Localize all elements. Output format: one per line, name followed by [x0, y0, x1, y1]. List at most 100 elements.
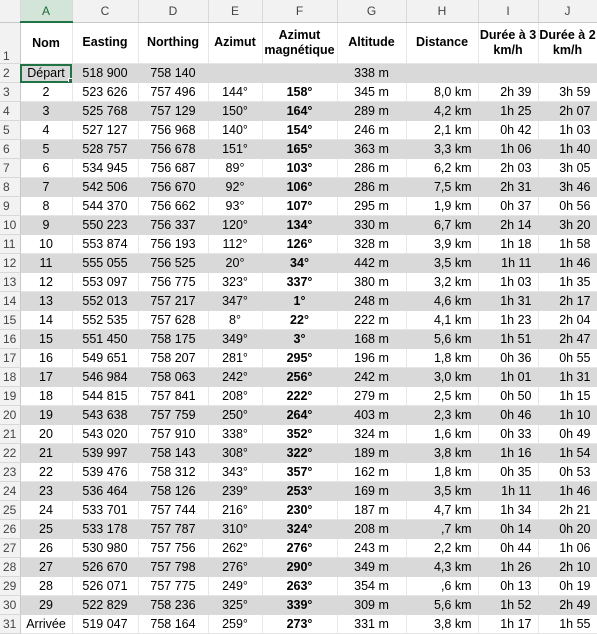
cell-easting[interactable]: 519 047	[72, 614, 139, 634]
cell-altitude[interactable]: 345 m	[337, 82, 407, 102]
cell-duree-2kmh[interactable]: 0h 56	[538, 196, 597, 216]
cell-duree-3kmh[interactable]: 1h 01	[478, 367, 539, 387]
row-number[interactable]: 8	[0, 177, 21, 197]
cell-azimut-magnetique[interactable]: 126°	[262, 234, 338, 254]
cell-easting[interactable]: 550 223	[72, 215, 139, 235]
cell-nom[interactable]: Arrivée	[20, 614, 73, 634]
cell-duree-2kmh[interactable]: 3h 59	[538, 82, 597, 102]
cell-altitude[interactable]: 222 m	[337, 310, 407, 330]
cell-northing[interactable]: 758 143	[138, 443, 209, 463]
cell-duree-3kmh[interactable]: 0h 46	[478, 405, 539, 425]
cell-duree-3kmh[interactable]: 2h 31	[478, 177, 539, 197]
cell-altitude[interactable]: 363 m	[337, 139, 407, 159]
cell-nom[interactable]: 10	[20, 234, 73, 254]
cell-azimut[interactable]: 325°	[208, 595, 263, 615]
row-number[interactable]: 23	[0, 462, 21, 482]
cell-easting[interactable]: 539 476	[72, 462, 139, 482]
cell-nom[interactable]: 5	[20, 139, 73, 159]
cell-duree-3kmh[interactable]: 1h 18	[478, 234, 539, 254]
row-number[interactable]: 18	[0, 367, 21, 387]
cell-distance[interactable]: 5,6 km	[406, 329, 479, 349]
cell-altitude[interactable]: 208 m	[337, 519, 407, 539]
cell-azimut-magnetique[interactable]: 3°	[262, 329, 338, 349]
cell-easting[interactable]: 533 178	[72, 519, 139, 539]
cell-nom[interactable]: 22	[20, 462, 73, 482]
cell-azimut[interactable]: 216°	[208, 500, 263, 520]
cell-azimut-magnetique[interactable]: 322°	[262, 443, 338, 463]
row-number[interactable]: 31	[0, 614, 21, 634]
cell-northing[interactable]: 757 744	[138, 500, 209, 520]
cell-azimut-magnetique[interactable]: 352°	[262, 424, 338, 444]
cell-altitude[interactable]: 309 m	[337, 595, 407, 615]
cell-azimut-magnetique[interactable]: 103°	[262, 158, 338, 178]
cell-duree-2kmh[interactable]: 0h 19	[538, 576, 597, 596]
cell-altitude[interactable]: 187 m	[337, 500, 407, 520]
cell-northing[interactable]: 757 775	[138, 576, 209, 596]
cell-distance[interactable]: 5,6 km	[406, 595, 479, 615]
cell-azimut[interactable]	[208, 63, 263, 83]
cell-northing[interactable]: 756 968	[138, 120, 209, 140]
row-number[interactable]: 11	[0, 234, 21, 254]
cell-duree-3kmh[interactable]: 1h 26	[478, 557, 539, 577]
cell-azimut-magnetique[interactable]: 253°	[262, 481, 338, 501]
cell-duree-3kmh[interactable]: 2h 39	[478, 82, 539, 102]
cell-duree-3kmh[interactable]: 2h 03	[478, 158, 539, 178]
row-number[interactable]: 1	[0, 22, 21, 64]
cell-azimut-magnetique[interactable]	[262, 63, 338, 83]
cell-duree-3kmh[interactable]: 0h 36	[478, 348, 539, 368]
cell-azimut[interactable]: 112°	[208, 234, 263, 254]
cell-distance[interactable]: 4,3 km	[406, 557, 479, 577]
column-header-e[interactable]: E	[208, 0, 263, 23]
cell-nom[interactable]: 11	[20, 253, 73, 273]
cell-altitude[interactable]: 286 m	[337, 158, 407, 178]
row-number[interactable]: 13	[0, 272, 21, 292]
cell-nom[interactable]: 12	[20, 272, 73, 292]
cell-distance[interactable]: 3,5 km	[406, 481, 479, 501]
row-number[interactable]: 14	[0, 291, 21, 311]
cell-easting[interactable]: 546 984	[72, 367, 139, 387]
cell-nom[interactable]: 14	[20, 310, 73, 330]
cell-azimut[interactable]: 151°	[208, 139, 263, 159]
cell-easting[interactable]: 539 997	[72, 443, 139, 463]
cell-altitude[interactable]: 295 m	[337, 196, 407, 216]
cell-nom[interactable]: 25	[20, 519, 73, 539]
cell-distance[interactable]: 3,0 km	[406, 367, 479, 387]
cell-easting[interactable]: 530 980	[72, 538, 139, 558]
cell-nom[interactable]: Départ	[20, 63, 73, 83]
cell-duree-2kmh[interactable]: 1h 54	[538, 443, 597, 463]
cell-easting[interactable]: 526 670	[72, 557, 139, 577]
cell-northing[interactable]: 758 140	[138, 63, 209, 83]
cell-azimut[interactable]: 338°	[208, 424, 263, 444]
cell-northing[interactable]: 756 662	[138, 196, 209, 216]
cell-azimut-magnetique[interactable]: 222°	[262, 386, 338, 406]
cell-easting[interactable]: 552 535	[72, 310, 139, 330]
cell-altitude[interactable]: 248 m	[337, 291, 407, 311]
cell-nom[interactable]: 24	[20, 500, 73, 520]
cell-altitude[interactable]: 289 m	[337, 101, 407, 121]
cell-azimut[interactable]: 308°	[208, 443, 263, 463]
cell-easting[interactable]: 526 071	[72, 576, 139, 596]
cell-azimut-magnetique[interactable]: 164°	[262, 101, 338, 121]
cell-northing[interactable]: 756 525	[138, 253, 209, 273]
cell-altitude[interactable]: 242 m	[337, 367, 407, 387]
cell-easting[interactable]: 542 506	[72, 177, 139, 197]
cell-easting[interactable]: 555 055	[72, 253, 139, 273]
cell-distance[interactable]: 2,5 km	[406, 386, 479, 406]
cell-northing[interactable]: 756 670	[138, 177, 209, 197]
cell-azimut[interactable]: 310°	[208, 519, 263, 539]
cell-northing[interactable]: 757 628	[138, 310, 209, 330]
header-distance[interactable]: Distance	[406, 22, 479, 64]
column-header-a[interactable]: A	[20, 0, 73, 23]
cell-azimut[interactable]: 276°	[208, 557, 263, 577]
cell-easting[interactable]: 528 757	[72, 139, 139, 159]
row-number[interactable]: 25	[0, 500, 21, 520]
cell-easting[interactable]: 552 013	[72, 291, 139, 311]
cell-nom[interactable]: 6	[20, 158, 73, 178]
column-header-f[interactable]: F	[262, 0, 338, 23]
header-duree-3kmh[interactable]: Durée à 3 km/h	[478, 22, 539, 64]
cell-easting[interactable]: 518 900	[72, 63, 139, 83]
cell-easting[interactable]: 553 874	[72, 234, 139, 254]
cell-duree-2kmh[interactable]: 1h 55	[538, 614, 597, 634]
cell-duree-3kmh[interactable]: 0h 50	[478, 386, 539, 406]
cell-distance[interactable]: 2,2 km	[406, 538, 479, 558]
